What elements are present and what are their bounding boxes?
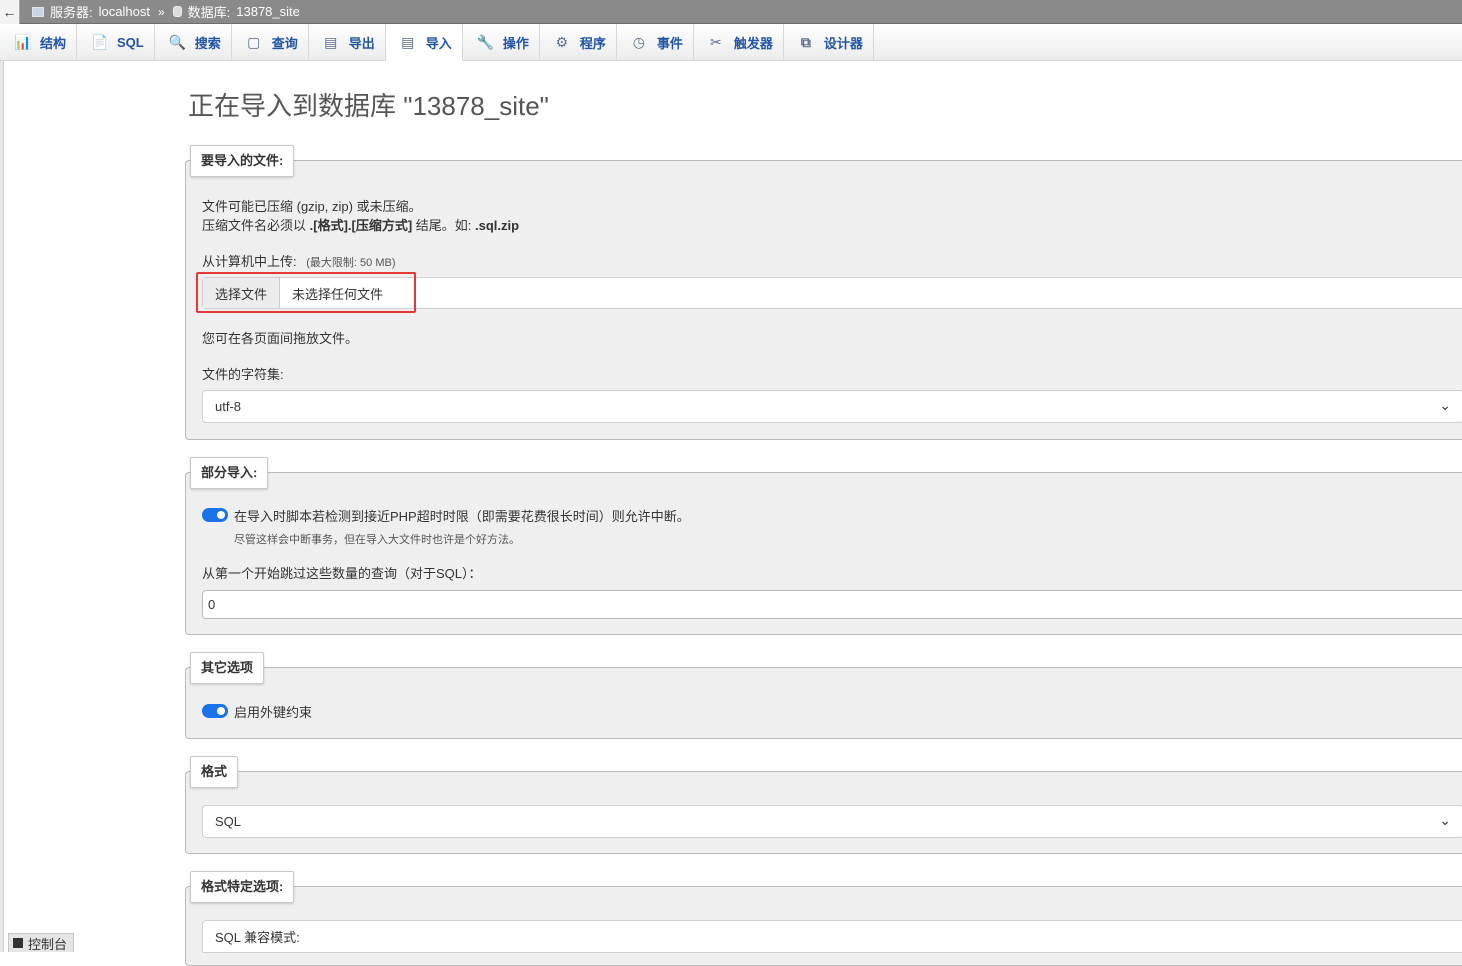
console-label: 控制台 [28,936,68,952]
wrench-icon: 🔧 [476,34,495,50]
charset-label: 文件的字符集: [202,367,284,382]
tab-operations[interactable]: 🔧 操作 [463,24,540,61]
allow-interrupt-note: 尽管这样会中断事务，但在导入大文件时也许是个好方法。 [234,534,520,546]
upload-label-row: 从计算机中上传: (最大限制: 50 MB) [202,251,395,270]
tab-label: 查询 [271,36,298,51]
chevron-down-icon: ⌄ [1439,812,1451,828]
note-example: .sql.zip [475,218,520,233]
note-format: .[格式].[压缩方式] [309,218,413,233]
upload-limit: (最大限制: 50 MB) [306,257,396,269]
back-arrow-icon[interactable]: ← [0,0,20,24]
partial-import-section: 部分导入: 在导入时脚本若检测到接近PHP超时时限（即需要花费很长时间）则允许中… [185,457,1462,635]
sql-compat-label: SQL 兼容模式: [215,930,300,945]
tab-label: 结构 [40,36,67,51]
clock-icon: ◷ [632,34,645,50]
foreign-key-toggle[interactable] [202,704,228,718]
upload-label: 从计算机中上传: [202,254,297,269]
console-button[interactable]: 控制台 [8,933,74,952]
search-icon: 🔍 [168,34,187,50]
foreign-key-label: 启用外键约束 [234,705,313,720]
tab-routines[interactable]: ⚙ 程序 [540,24,617,61]
tab-label: 设计器 [823,36,863,51]
tab-structure[interactable]: 📊 结构 [0,24,78,61]
allow-interrupt-toggle[interactable] [202,508,228,522]
sql-icon: 📄 [91,34,109,50]
trigger-icon: ✂ [709,34,722,50]
file-input[interactable]: 选择文件 未选择任何文件 [202,277,1462,309]
tab-label: 导入 [425,35,452,51]
allow-interrupt-label: 在导入时脚本若检测到接近PHP超时时限（即需要花费很长时间）则允许中断。 [234,509,690,524]
section-legend: 部分导入: [190,457,269,489]
tab-label: SQL [117,35,144,50]
note-text: 压缩文件名必须以 [202,218,310,233]
database-icon [172,6,182,17]
server-icon [32,6,44,17]
tab-export[interactable]: ▤ 导出 [309,24,386,61]
structure-icon: 📊 [14,34,32,50]
breadcrumb-separator: » [157,4,165,19]
section-legend: 格式 [190,756,239,788]
tab-label: 导出 [348,36,375,51]
note-text: 结尾。如: [412,218,476,233]
database-label: 数据库: [187,5,231,20]
console-icon [13,938,23,948]
tab-label: 事件 [656,36,683,51]
format-specific-section: 格式特定选项: SQL 兼容模式: [185,871,1462,966]
skip-queries-label: 从第一个开始跳过这些数量的查询（对于SQL）： [202,566,482,581]
compression-note: 文件可能已压缩 (gzip, zip) 或未压缩。 [202,199,422,214]
tab-label: 程序 [579,36,606,51]
sql-compat-box: SQL 兼容模式: [202,920,1462,953]
tab-triggers[interactable]: ✂ 触发器 [694,24,784,61]
format-value: SQL [215,814,242,829]
gears-icon: ⚙ [555,34,569,50]
page-title: 正在导入到数据库 "13878_site" [188,91,549,121]
tab-label: 触发器 [733,36,773,51]
choose-file-button[interactable]: 选择文件 [203,278,281,308]
breadcrumb-server[interactable]: 服务器: localhost [32,2,150,21]
format-select[interactable]: SQL ⌄ [202,805,1462,838]
tab-events[interactable]: ◷ 事件 [617,24,694,61]
tab-designer[interactable]: ⧉ 设计器 [784,24,874,61]
section-legend: 其它选项 [190,652,265,684]
tab-label: 搜索 [194,36,221,51]
file-import-section: 要导入的文件: 文件可能已压缩 (gzip, zip) 或未压缩。 压缩文件名必… [185,145,1462,440]
skip-queries-input[interactable]: 0 [202,590,1462,619]
compression-format-note: 压缩文件名必须以 .[格式].[压缩方式] 结尾。如: .sql.zip [202,215,519,234]
tab-query[interactable]: ▢ 查询 [232,24,309,61]
tab-search[interactable]: 🔍 搜索 [155,24,232,61]
server-value[interactable]: localhost [99,4,150,19]
other-options-section: 其它选项 启用外键约束 [185,652,1462,739]
import-icon: ▤ [401,33,415,50]
query-icon: ▢ [247,34,261,50]
tab-sql[interactable]: 📄 SQL [77,24,155,61]
breadcrumb-database[interactable]: 数据库: 13878_site [172,2,300,21]
section-legend: 要导入的文件: [190,145,295,177]
tab-label: 操作 [502,36,529,51]
tab-import[interactable]: ▤ 导入 [385,24,463,61]
drag-drop-hint: 您可在各页面间拖放文件。 [202,331,359,346]
section-legend: 格式特定选项: [190,871,295,903]
format-section: 格式 SQL ⌄ [185,756,1462,854]
database-value[interactable]: 13878_site [236,4,300,19]
file-status: 未选择任何文件 [292,286,384,302]
server-label: 服务器: [50,5,93,20]
breadcrumb-bar: ← 服务器: localhost » 数据库: 13878_site [0,0,1462,24]
charset-select[interactable]: utf-8 ⌄ [202,390,1462,423]
designer-icon: ⧉ [800,34,811,50]
charset-value: utf-8 [215,399,242,414]
main-tabs: 📊 结构 📄 SQL 🔍 搜索 ▢ 查询 ▤ 导出 ▤ 导入 🔧 操作 ⚙ 程序 ◷ 事件 ✂ 触发… [0,24,1462,61]
left-panel-edge [0,61,4,952]
chevron-down-icon: ⌄ [1439,397,1451,413]
export-icon: ▤ [324,34,338,50]
